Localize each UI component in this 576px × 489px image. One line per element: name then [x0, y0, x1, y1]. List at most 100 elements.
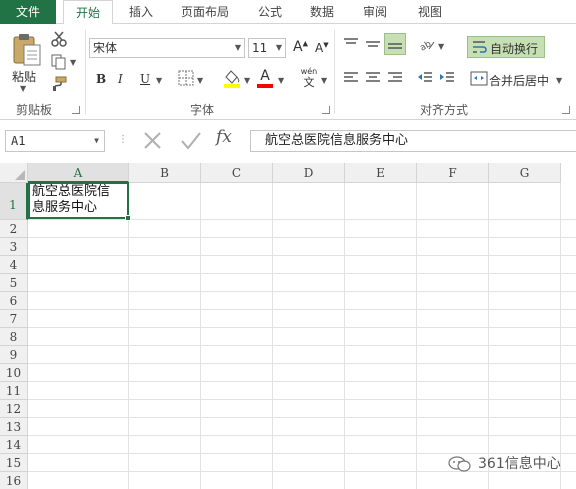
align-bottom-icon [388, 43, 402, 49]
row-header-7[interactable]: 7 [0, 310, 28, 328]
cut-button[interactable] [50, 30, 68, 51]
format-painter-button[interactable] [50, 76, 68, 95]
row-header-2[interactable]: 2 [0, 220, 28, 238]
underline-button[interactable]: U [140, 72, 150, 86]
cell-a1[interactable]: 航空总医院信 息服务中心 [28, 182, 129, 219]
text-orientation-icon: ab [418, 39, 435, 54]
row-header-13[interactable]: 13 [0, 418, 28, 436]
align-left-icon [344, 72, 358, 82]
decrease-indent-icon [418, 72, 432, 82]
decrease-indent-button[interactable] [416, 70, 434, 89]
column-gridline [200, 183, 201, 489]
paste-button[interactable] [10, 32, 44, 68]
row-header-4[interactable]: 4 [0, 256, 28, 274]
phonetic-button[interactable]: wén 文 [298, 68, 320, 90]
font-name-select[interactable]: 宋体 ▼ [89, 38, 245, 58]
scissors-icon [51, 31, 67, 47]
column-header-g[interactable]: G [489, 163, 561, 183]
column-header-b[interactable]: B [129, 163, 201, 183]
row-header-15[interactable]: 15 [0, 454, 28, 472]
increase-indent-button[interactable] [438, 70, 456, 89]
row-header-11[interactable]: 11 [0, 382, 28, 400]
orientation-button[interactable]: ab [418, 36, 436, 55]
shrink-font-button[interactable]: A▼ [315, 41, 329, 55]
wrap-text-label: 自动换行 [490, 42, 539, 56]
more-dots-icon[interactable]: ⋮ [118, 134, 128, 145]
align-right-icon [388, 72, 402, 82]
cancel-entry-button[interactable] [140, 129, 166, 153]
clipboard-launcher-icon[interactable] [72, 106, 80, 114]
row-gridline [28, 309, 576, 310]
row-header-14[interactable]: 14 [0, 436, 28, 454]
column-header-a[interactable]: A [28, 163, 129, 183]
formula-input[interactable]: 航空总医院信息服务中心 [250, 130, 576, 152]
align-center-button[interactable] [364, 70, 382, 89]
row-header-8[interactable]: 8 [0, 328, 28, 346]
align-right-button[interactable] [386, 70, 404, 89]
tab-page-layout[interactable]: 页面布局 [172, 0, 238, 24]
align-top-button[interactable] [342, 36, 360, 55]
column-header-d[interactable]: D [273, 163, 345, 183]
tab-file[interactable]: 文件 [0, 0, 56, 24]
column-header-e[interactable]: E [345, 163, 417, 183]
phonetic-bottom-text: 文 [303, 76, 315, 89]
orientation-dropdown-icon[interactable]: ▼ [438, 42, 444, 51]
column-header-c[interactable]: C [201, 163, 273, 183]
font-color-button[interactable]: A [256, 68, 274, 88]
column-gridline [272, 183, 273, 489]
row-header-5[interactable]: 5 [0, 274, 28, 292]
row-header-12[interactable]: 12 [0, 400, 28, 418]
align-bottom-button[interactable] [384, 33, 406, 55]
alignment-launcher-icon[interactable] [562, 106, 570, 114]
font-color-dropdown-icon[interactable]: ▼ [278, 76, 284, 85]
grow-font-glyph: A [293, 39, 303, 55]
font-color-swatch [257, 84, 273, 88]
row-gridline [28, 219, 576, 220]
insert-function-button[interactable]: fx [216, 127, 232, 147]
borders-button[interactable] [178, 70, 194, 89]
increase-indent-icon [440, 72, 454, 82]
row-gridline [28, 345, 576, 346]
row-header-16[interactable]: 16 [0, 472, 28, 489]
align-left-button[interactable] [342, 70, 360, 89]
name-box[interactable]: A1 ▼ [5, 130, 105, 152]
worksheet-grid: ABCDEFG 1 2 3 4 5 6 7 8 9 10 11 12 13 14 15 16 航空总医院信 息… [0, 161, 576, 489]
select-all-button[interactable] [0, 163, 28, 183]
row-header-6[interactable]: 6 [0, 292, 28, 310]
row-header-1[interactable]: 1 [0, 183, 28, 220]
tab-insert[interactable]: 插入 [121, 0, 161, 24]
column-header-f[interactable]: F [417, 163, 489, 183]
enter-button[interactable] [178, 129, 204, 153]
row-header-10[interactable]: 10 [0, 364, 28, 382]
borders-dropdown-icon[interactable]: ▼ [197, 76, 203, 85]
copy-dropdown-icon[interactable]: ▼ [70, 58, 76, 67]
bold-button[interactable]: B [96, 72, 106, 86]
row-header-3[interactable]: 3 [0, 238, 28, 256]
paste-dropdown-icon[interactable]: ▼ [20, 84, 26, 93]
wrap-text-button[interactable]: 自动换行 [467, 36, 545, 58]
phonetic-dropdown-icon[interactable]: ▼ [321, 76, 327, 85]
paste-label[interactable]: 粘贴 [12, 68, 36, 85]
tab-formulas[interactable]: 公式 [250, 0, 290, 24]
merge-dropdown-icon[interactable]: ▼ [556, 76, 562, 85]
watermark-text: 361信息中心 [478, 456, 561, 472]
font-launcher-icon[interactable] [322, 106, 330, 114]
tab-data[interactable]: 数据 [302, 0, 342, 24]
copy-icon [51, 54, 66, 70]
cell-a1-line-2: 息服务中心 [32, 200, 98, 215]
fill-color-dropdown-icon[interactable]: ▼ [244, 76, 250, 85]
tab-review[interactable]: 审阅 [355, 0, 395, 24]
fill-color-button[interactable] [222, 68, 242, 91]
row-header-9[interactable]: 9 [0, 346, 28, 364]
italic-button[interactable]: I [118, 72, 123, 86]
font-group-label: 字体 [190, 103, 215, 117]
align-middle-button[interactable] [364, 36, 382, 55]
copy-button[interactable] [50, 54, 68, 73]
grow-font-button[interactable]: A▲ [293, 39, 308, 55]
tab-view[interactable]: 视图 [410, 0, 450, 24]
merge-center-button[interactable]: 合并后居中 ▼ [467, 68, 567, 90]
underline-dropdown-icon[interactable]: ▼ [156, 76, 162, 85]
font-size-select[interactable]: 11 ▼ [248, 38, 286, 58]
fill-handle[interactable] [125, 215, 131, 221]
tab-home[interactable]: 开始 [63, 0, 113, 25]
